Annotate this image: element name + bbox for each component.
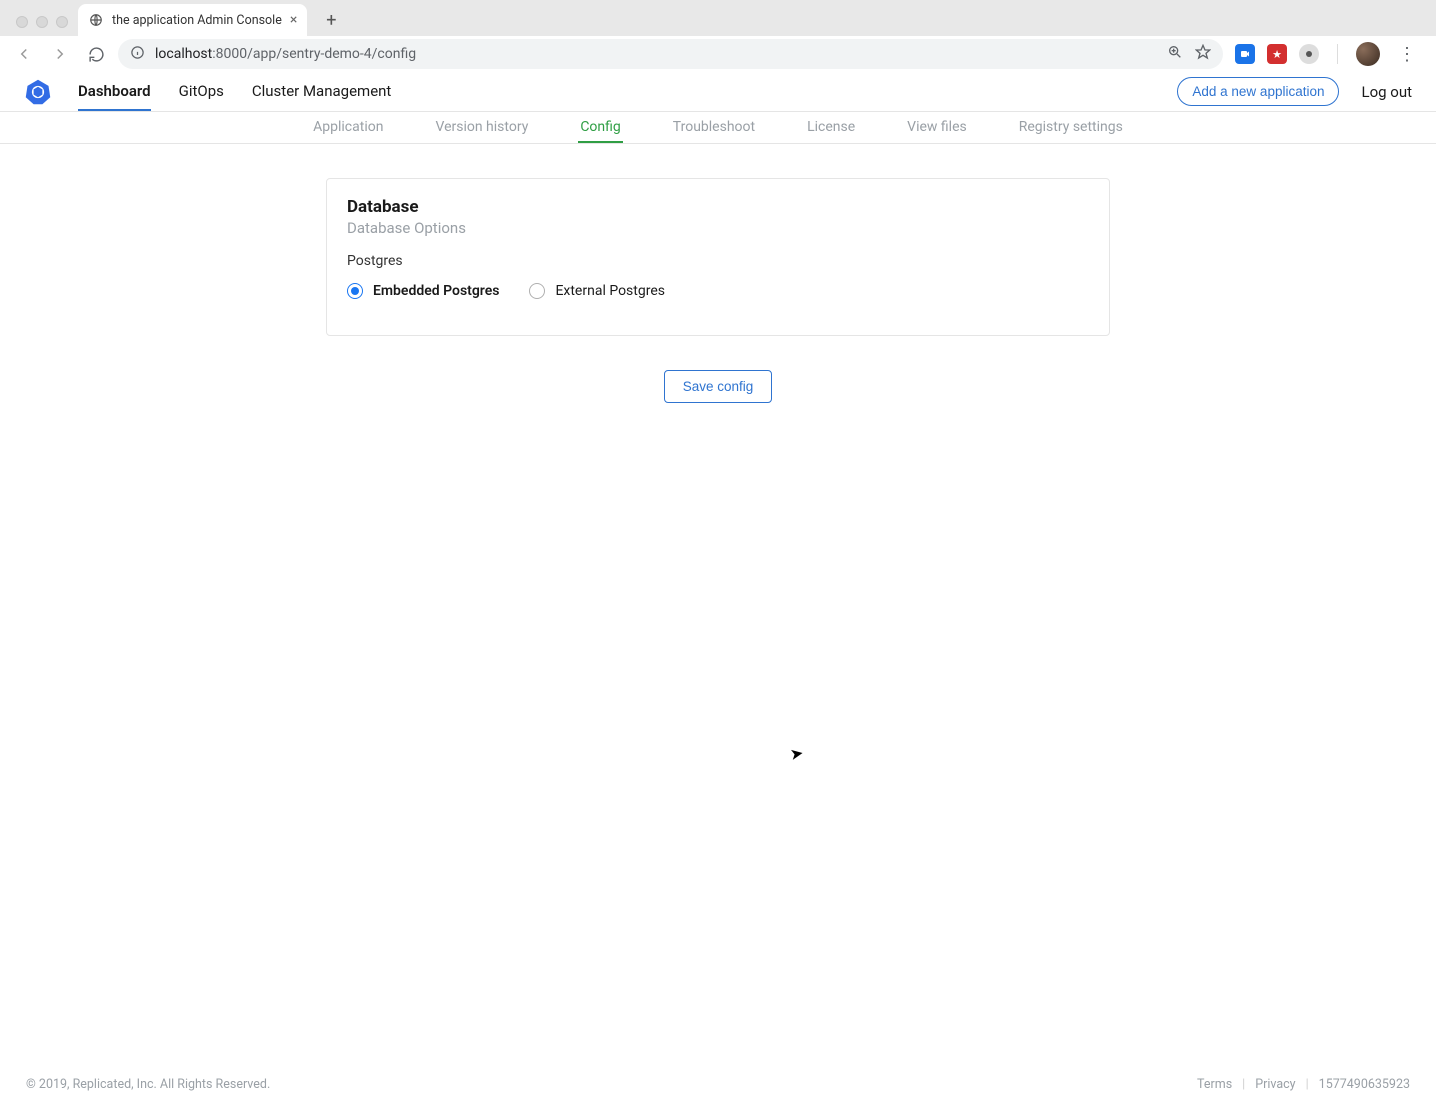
address-bar[interactable]: localhost:8000/app/sentry-demo-4/config bbox=[118, 39, 1223, 69]
bookmark-star-icon[interactable] bbox=[1195, 44, 1211, 64]
footer-separator: | bbox=[1306, 1077, 1309, 1092]
site-info-icon[interactable] bbox=[130, 45, 145, 64]
add-application-button[interactable]: Add a new application bbox=[1177, 77, 1339, 106]
window-controls bbox=[8, 16, 78, 36]
maximize-window-icon[interactable] bbox=[56, 16, 68, 28]
new-tab-button[interactable]: + bbox=[317, 6, 345, 34]
config-card-database: Database Database Options Postgres Embed… bbox=[326, 178, 1110, 336]
profile-avatar[interactable] bbox=[1356, 42, 1380, 66]
extension-icon-red[interactable]: ★ bbox=[1267, 44, 1287, 64]
nav-cluster-management[interactable]: Cluster Management bbox=[252, 72, 391, 111]
radio-icon bbox=[347, 283, 363, 299]
reload-button[interactable] bbox=[82, 40, 110, 68]
logout-link[interactable]: Log out bbox=[1361, 83, 1412, 101]
toolbar-separator bbox=[1337, 44, 1338, 64]
footer-terms-link[interactable]: Terms bbox=[1197, 1077, 1232, 1092]
close-window-icon[interactable] bbox=[16, 16, 28, 28]
footer-build-number: 1577490635923 bbox=[1319, 1077, 1410, 1092]
sub-tabs: Application Version history Config Troub… bbox=[0, 112, 1436, 144]
extension-icon-grey[interactable] bbox=[1299, 44, 1319, 64]
radio-embedded-postgres[interactable]: Embedded Postgres bbox=[347, 283, 499, 299]
app-header: Dashboard GitOps Cluster Management Add … bbox=[0, 72, 1436, 112]
extension-icon-zoom[interactable] bbox=[1235, 44, 1255, 64]
footer: © 2019, Replicated, Inc. All Rights Rese… bbox=[0, 1077, 1436, 1092]
tab-view-files[interactable]: View files bbox=[905, 112, 969, 143]
footer-copyright: © 2019, Replicated, Inc. All Rights Rese… bbox=[26, 1077, 270, 1092]
tab-registry-settings[interactable]: Registry settings bbox=[1017, 112, 1125, 143]
browser-tab[interactable]: the application Admin Console × bbox=[78, 4, 307, 36]
radio-label: Embedded Postgres bbox=[373, 283, 499, 299]
zoom-icon[interactable] bbox=[1167, 44, 1183, 64]
radio-group-postgres: Embedded Postgres External Postgres bbox=[347, 283, 1089, 299]
kubernetes-logo-icon bbox=[24, 78, 52, 106]
tab-application[interactable]: Application bbox=[311, 112, 385, 143]
tab-strip: the application Admin Console × + bbox=[0, 0, 1436, 36]
tab-config[interactable]: Config bbox=[578, 112, 622, 143]
extension-icons: ★ ⋮ bbox=[1231, 42, 1426, 66]
tab-license[interactable]: License bbox=[805, 112, 857, 143]
browser-chrome: the application Admin Console × + localh… bbox=[0, 0, 1436, 72]
primary-nav: Dashboard GitOps Cluster Management bbox=[78, 72, 391, 111]
content: Database Database Options Postgres Embed… bbox=[0, 144, 1436, 403]
nav-dashboard[interactable]: Dashboard bbox=[78, 72, 151, 111]
footer-separator: | bbox=[1242, 1077, 1245, 1092]
tab-troubleshoot[interactable]: Troubleshoot bbox=[671, 112, 757, 143]
globe-icon bbox=[88, 12, 104, 28]
mouse-cursor-icon: ➤ bbox=[788, 743, 805, 764]
url-text: localhost:8000/app/sentry-demo-4/config bbox=[155, 46, 416, 62]
browser-toolbar: localhost:8000/app/sentry-demo-4/config … bbox=[0, 36, 1436, 72]
footer-privacy-link[interactable]: Privacy bbox=[1255, 1077, 1295, 1092]
back-button[interactable] bbox=[10, 40, 38, 68]
radio-icon bbox=[529, 283, 545, 299]
tab-title: the application Admin Console bbox=[112, 13, 282, 28]
radio-label: External Postgres bbox=[555, 283, 665, 299]
minimize-window-icon[interactable] bbox=[36, 16, 48, 28]
field-label-postgres: Postgres bbox=[347, 253, 1089, 269]
radio-external-postgres[interactable]: External Postgres bbox=[529, 283, 665, 299]
browser-menu-icon[interactable]: ⋮ bbox=[1392, 44, 1422, 65]
card-title: Database bbox=[347, 197, 1089, 217]
card-subtitle: Database Options bbox=[347, 219, 1089, 237]
forward-button[interactable] bbox=[46, 40, 74, 68]
tab-version-history[interactable]: Version history bbox=[433, 112, 530, 143]
save-config-button[interactable]: Save config bbox=[664, 370, 773, 403]
close-tab-icon[interactable]: × bbox=[290, 12, 297, 28]
nav-gitops[interactable]: GitOps bbox=[179, 72, 224, 111]
